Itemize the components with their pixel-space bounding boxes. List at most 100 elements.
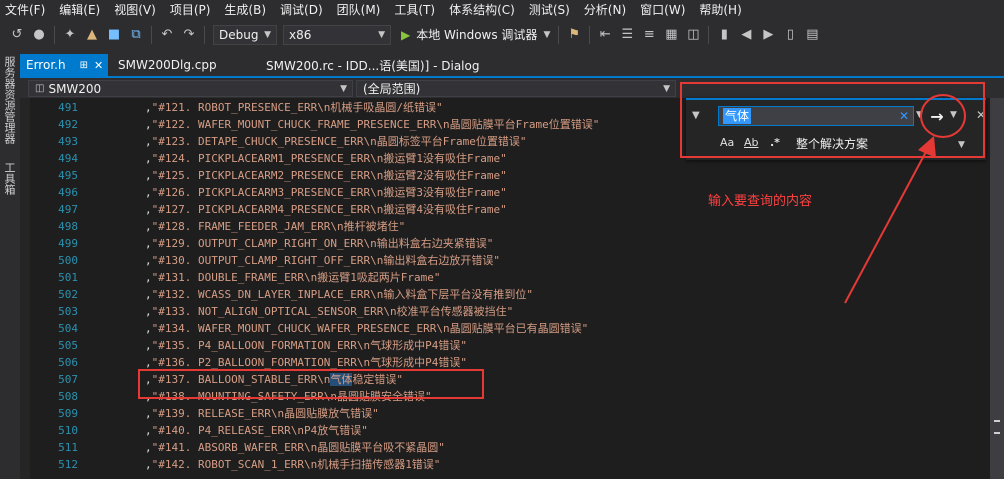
project-dropdown[interactable]: ◫ SMW200 ▼ bbox=[28, 80, 353, 97]
toolbox-tab[interactable]: 工具箱 bbox=[2, 162, 16, 195]
configuration-value: Debug bbox=[219, 27, 259, 42]
code-text-segment: "#128. FRAME_FEEDER_JAM_ERR\n推杆被堵住" bbox=[151, 220, 406, 233]
menu-analyze[interactable]: 分析(N) bbox=[579, 1, 635, 18]
code-text-segment: "#121. ROBOT_PRESENCE_ERR\n机械手吸晶圆/纸错误" bbox=[151, 101, 443, 114]
layout-icon[interactable]: ◫ bbox=[684, 26, 702, 44]
format-icon[interactable]: ☰ bbox=[618, 26, 636, 44]
code-line: 496 ,"#126. PICKPLACEARM3_PRESENCE_ERR\n搬… bbox=[20, 184, 990, 201]
code-text-segment: "#122. WAFER_MOUNT_CHUCK_FRAME_PRESENCE_… bbox=[151, 118, 600, 131]
code-text: ,"#141. ABSORB_WAFER_ERR\n晶圆贴膜平台吸不紧晶圆" bbox=[145, 441, 445, 454]
code-text-segment: "#136. P2_BALLOON_FORMATION_ERR\n气球形成中P4… bbox=[151, 356, 468, 369]
line-number: 506 bbox=[58, 356, 78, 369]
menu-tools[interactable]: 工具(T) bbox=[389, 1, 444, 18]
menu-project[interactable]: 项目(P) bbox=[165, 1, 220, 18]
redo-icon[interactable]: ↷ bbox=[180, 26, 198, 44]
attach-process-icon[interactable]: ⚑ bbox=[565, 26, 583, 44]
new-project-icon[interactable]: ✦ bbox=[61, 26, 79, 44]
prev-bookmark-icon[interactable]: ◀ bbox=[737, 26, 755, 44]
matched-line-highlight-box bbox=[138, 369, 484, 399]
code-text: ,"#139. RELEASE_ERR\n晶圆贴膜放气错误" bbox=[145, 407, 379, 420]
server-explorer-tab[interactable]: 服务器资源管理器 bbox=[2, 56, 16, 144]
toolbar-separator bbox=[708, 25, 710, 44]
menu-edit[interactable]: 编辑(E) bbox=[54, 1, 109, 18]
code-text-segment: "#127. PICKPLACEARM4_PRESENCE_ERR\n搬运臂4没… bbox=[151, 203, 507, 216]
code-line: 504 ,"#134. WAFER_MOUNT_CHUCK_WAFER_PRESE… bbox=[20, 320, 990, 337]
line-number: 499 bbox=[58, 237, 78, 250]
menu-debug[interactable]: 调试(D) bbox=[275, 1, 332, 18]
toolbar-separator bbox=[54, 25, 55, 44]
line-number: 508 bbox=[58, 390, 78, 403]
code-text-segment: "#126. PICKPLACEARM3_PRESENCE_ERR\n搬运臂3没… bbox=[151, 186, 507, 199]
forward-icon[interactable]: ● bbox=[30, 26, 48, 44]
line-number: 497 bbox=[58, 203, 78, 216]
play-icon: ▶ bbox=[401, 27, 411, 42]
line-number: 512 bbox=[58, 458, 78, 471]
line-number: 503 bbox=[58, 305, 78, 318]
vertical-scrollbar[interactable] bbox=[990, 98, 1004, 479]
code-text: ,"#123. DETAPE_CHUCK_PRESENCE_ERR\n晶圆标签平… bbox=[145, 135, 527, 148]
toolbar-separator bbox=[151, 25, 152, 44]
code-line: 501 ,"#131. DOUBLE_FRAME_ERR\n搬运臂1吸起两片Fra… bbox=[20, 269, 990, 286]
menu-window[interactable]: 窗口(W) bbox=[635, 1, 694, 18]
code-text-segment: "#140. P4_RELEASE_ERR\nP4放气错误" bbox=[151, 424, 368, 437]
undo-icon[interactable]: ↶ bbox=[158, 26, 176, 44]
pin-icon[interactable]: ⊞ bbox=[80, 60, 88, 71]
line-number: 504 bbox=[58, 322, 78, 335]
menu-build[interactable]: 生成(B) bbox=[219, 1, 275, 18]
align-icon[interactable]: ≡ bbox=[640, 26, 658, 44]
close-icon[interactable]: ✕ bbox=[94, 59, 103, 72]
code-line: 503 ,"#133. NOT_ALIGN_OPTICAL_SENSOR_ERR\… bbox=[20, 303, 990, 320]
code-text-segment: "#125. PICKPLACEARM2_PRESENCE_ERR\n搬运臂2没… bbox=[151, 169, 507, 182]
menu-file[interactable]: 文件(F) bbox=[0, 1, 54, 18]
menu-architecture[interactable]: 体系结构(C) bbox=[444, 1, 524, 18]
menu-view[interactable]: 视图(V) bbox=[109, 1, 165, 18]
code-text: ,"#128. FRAME_FEEDER_JAM_ERR\n推杆被堵住" bbox=[145, 220, 406, 233]
scope-dropdown[interactable]: (全局范围) ▼ bbox=[356, 80, 676, 97]
open-folder-icon[interactable]: ▲ bbox=[83, 26, 101, 44]
line-number: 491 bbox=[58, 101, 78, 114]
menu-help[interactable]: 帮助(H) bbox=[694, 1, 750, 18]
step-icon[interactable]: ⇤ bbox=[596, 26, 614, 44]
tab-smw200-rc-dialog[interactable]: SMW200.rc - IDD...语(美国)] - Dialog bbox=[260, 54, 485, 76]
code-text: ,"#142. ROBOT_SCAN_1_ERR\n机械手扫描传感器1错误" bbox=[145, 458, 441, 471]
code-text-segment: "#123. DETAPE_CHUCK_PRESENCE_ERR\n晶圆标签平台… bbox=[151, 135, 527, 148]
tab-label: SMW200Dlg.cpp bbox=[118, 58, 217, 72]
next-bookmark-icon[interactable]: ▶ bbox=[759, 26, 777, 44]
comment-icon[interactable]: ▤ bbox=[803, 26, 821, 44]
code-line: 505 ,"#135. P4_BALLOON_FORMATION_ERR\n气球形… bbox=[20, 337, 990, 354]
code-line: 500 ,"#130. OUTPUT_CLAMP_RIGHT_OFF_ERR\n输… bbox=[20, 252, 990, 269]
code-text: ,"#127. PICKPLACEARM4_PRESENCE_ERR\n搬运臂4… bbox=[145, 203, 507, 216]
tab-label: SMW200.rc - IDD...语(美国)] - Dialog bbox=[266, 58, 480, 73]
code-line: 511 ,"#141. ABSORB_WAFER_ERR\n晶圆贴膜平台吸不紧晶圆… bbox=[20, 439, 990, 456]
grid-icon[interactable]: ▦ bbox=[662, 26, 680, 44]
code-text: ,"#135. P4_BALLOON_FORMATION_ERR\n气球形成中P… bbox=[145, 339, 468, 352]
code-text: ,"#134. WAFER_MOUNT_CHUCK_WAFER_PRESENCE… bbox=[145, 322, 589, 335]
code-text-segment: "#139. RELEASE_ERR\n晶圆贴膜放气错误" bbox=[151, 407, 379, 420]
code-line: 502 ,"#132. WCASS_DN_LAYER_INPLACE_ERR\n输… bbox=[20, 286, 990, 303]
tab-error-h[interactable]: Error.h ⊞ ✕ bbox=[20, 54, 108, 76]
start-debugging-button[interactable]: ▶ 本地 Windows 调试器 ▼ bbox=[397, 26, 554, 43]
clear-bookmarks-icon[interactable]: ▯ bbox=[781, 26, 799, 44]
tab-label: Error.h bbox=[26, 58, 66, 72]
menu-test[interactable]: 测试(S) bbox=[524, 1, 579, 18]
bookmark-icon[interactable]: ▮ bbox=[715, 26, 733, 44]
tab-smw200dlg-cpp[interactable]: SMW200Dlg.cpp bbox=[112, 54, 223, 76]
code-text-segment: "#135. P4_BALLOON_FORMATION_ERR\n气球形成中P4… bbox=[151, 339, 468, 352]
code-text: ,"#126. PICKPLACEARM3_PRESENCE_ERR\n搬运臂3… bbox=[145, 186, 507, 199]
scope-value: (全局范围) bbox=[363, 82, 421, 96]
configuration-dropdown[interactable]: Debug ▼ bbox=[213, 24, 277, 45]
save-icon[interactable]: ■ bbox=[105, 26, 123, 44]
menu-team[interactable]: 团队(M) bbox=[332, 1, 390, 18]
toolbar-separator bbox=[589, 25, 591, 44]
line-number: 495 bbox=[58, 169, 78, 182]
annotation-text: 输入要查询的内容 bbox=[708, 194, 813, 209]
code-text-segment: "#142. ROBOT_SCAN_1_ERR\n机械手扫描传感器1错误" bbox=[151, 458, 441, 471]
save-all-icon[interactable]: ⧉ bbox=[127, 26, 145, 44]
platform-dropdown[interactable]: x86 ▼ bbox=[283, 24, 391, 45]
code-line: 498 ,"#128. FRAME_FEEDER_JAM_ERR\n推杆被堵住" bbox=[20, 218, 990, 235]
back-icon[interactable]: ↺ bbox=[8, 26, 26, 44]
line-number: 501 bbox=[58, 271, 78, 284]
code-text-segment: "#132. WCASS_DN_LAYER_INPLACE_ERR\n输入料盒下… bbox=[151, 288, 534, 301]
code-text: ,"#133. NOT_ALIGN_OPTICAL_SENSOR_ERR\n校准… bbox=[145, 305, 514, 318]
start-debugging-label: 本地 Windows 调试器 bbox=[416, 28, 538, 42]
